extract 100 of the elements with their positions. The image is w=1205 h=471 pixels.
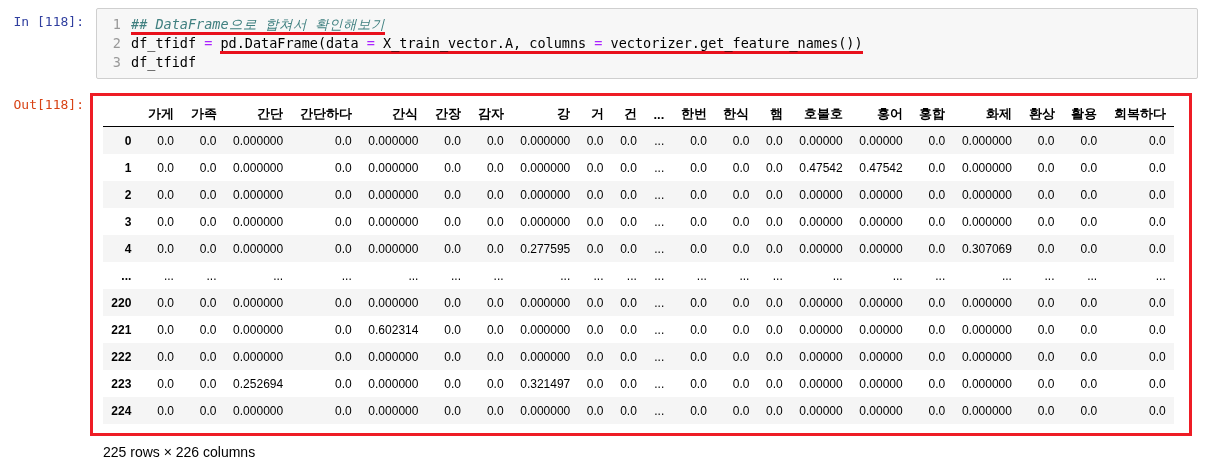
table-cell: 0.0 xyxy=(1062,316,1106,343)
table-cell: 0.0 xyxy=(426,208,470,235)
table-cell: 0.0 xyxy=(672,208,716,235)
table-cell: ... xyxy=(1020,262,1063,289)
table-cell: 0.000000 xyxy=(360,397,427,424)
table-cell: 0.0 xyxy=(611,343,646,370)
table-cell: 0.00000 xyxy=(851,208,911,235)
line-number: 3 xyxy=(111,53,122,72)
table-cell: 0.0 xyxy=(139,235,183,262)
table-cell: 0.000000 xyxy=(224,235,292,262)
table-cell: 0.0 xyxy=(182,208,225,235)
table-cell: 0.0 xyxy=(578,208,612,235)
column-header: 간식 xyxy=(360,102,427,127)
table-cell: 0.0 xyxy=(672,343,716,370)
table-cell: 0.0 xyxy=(1062,208,1106,235)
table-cell: 0.00000 xyxy=(791,181,851,208)
row-index: 224 xyxy=(103,397,140,424)
table-cell: 0.0 xyxy=(578,370,612,397)
table-cell: 0.0 xyxy=(1020,235,1063,262)
code-line: df_tfidf = pd.DataFrame(data = X_train_vector.A, columns = vectorizer.get_feature_names()) xyxy=(131,35,863,54)
table-cell: ... xyxy=(645,154,673,181)
table-cell: 0.0 xyxy=(911,208,954,235)
table-cell: 0.602314 xyxy=(360,316,427,343)
table-cell: 0.0 xyxy=(469,397,512,424)
table-cell: 0.0 xyxy=(715,208,758,235)
table-cell: 0.0 xyxy=(611,154,646,181)
table-cell: 0.0 xyxy=(611,235,646,262)
table-cell: 0.0 xyxy=(757,208,792,235)
table-cell: 0.00000 xyxy=(791,343,851,370)
table-cell: 0.0 xyxy=(426,181,470,208)
table-cell: 0.0 xyxy=(291,126,361,154)
table-cell: 0.00000 xyxy=(851,289,911,316)
table-cell: 0.0 xyxy=(469,289,512,316)
table-cell: 0.0 xyxy=(715,370,758,397)
table-cell: 0.0 xyxy=(611,181,646,208)
column-header: 건 xyxy=(611,102,646,127)
table-cell: 0.0 xyxy=(715,181,758,208)
table-cell: 0.000000 xyxy=(224,154,292,181)
line-number: 2 xyxy=(111,34,122,53)
table-cell: 0.0 xyxy=(911,126,954,154)
table-cell: 0.0 xyxy=(578,397,612,424)
table-cell: 0.0 xyxy=(611,208,646,235)
table-cell: 0.0 xyxy=(1020,208,1063,235)
table-cell: 0.00000 xyxy=(791,397,851,424)
table-cell: 0.000000 xyxy=(953,343,1021,370)
table-cell: 0.0 xyxy=(672,316,716,343)
table-cell: 0.0 xyxy=(139,343,183,370)
table-cell: 0.0 xyxy=(182,397,225,424)
table-cell: 0.000000 xyxy=(953,289,1021,316)
table-cell: 0.0 xyxy=(139,289,183,316)
table-cell: ... xyxy=(645,262,673,289)
row-index: 0 xyxy=(103,126,140,154)
column-header: 환상 xyxy=(1020,102,1063,127)
table-cell: 0.0 xyxy=(578,235,612,262)
table-cell: ... xyxy=(224,262,292,289)
table-cell: ... xyxy=(911,262,954,289)
table-cell: ... xyxy=(645,235,673,262)
table-cell: ... xyxy=(645,289,673,316)
table-cell: 0.000000 xyxy=(953,397,1021,424)
table-cell: 0.000000 xyxy=(360,126,427,154)
table-cell: 0.000000 xyxy=(511,208,579,235)
table-cell: ... xyxy=(645,126,673,154)
table-cell: 0.0 xyxy=(611,316,646,343)
table-cell: 0.0 xyxy=(1020,289,1063,316)
table-cell: 0.000000 xyxy=(953,126,1021,154)
table-cell: ... xyxy=(511,262,579,289)
table-cell: 0.0 xyxy=(911,154,954,181)
table-cell: 0.47542 xyxy=(851,154,911,181)
table-cell: 0.00000 xyxy=(791,126,851,154)
table-cell: 0.000000 xyxy=(953,316,1021,343)
table-cell: 0.0 xyxy=(291,370,361,397)
table-cell: 0.0 xyxy=(911,316,954,343)
table-cell: 0.0 xyxy=(1105,316,1175,343)
table-cell: 0.307069 xyxy=(953,235,1021,262)
table-cell: 0.000000 xyxy=(224,208,292,235)
table-cell: 0.277595 xyxy=(511,235,579,262)
column-header: 간단하다 xyxy=(291,102,361,127)
table-cell: 0.0 xyxy=(291,235,361,262)
table-cell: ... xyxy=(1062,262,1106,289)
table-cell: 0.000000 xyxy=(360,343,427,370)
table-cell: 0.0 xyxy=(757,154,792,181)
table-cell: 0.0 xyxy=(1105,370,1175,397)
table-cell: ... xyxy=(611,262,646,289)
table-cell: 0.0 xyxy=(757,370,792,397)
table-cell: 0.0 xyxy=(469,181,512,208)
table-cell: 0.0 xyxy=(291,289,361,316)
table-cell: 0.0 xyxy=(1062,343,1106,370)
column-header: 가족 xyxy=(182,102,225,127)
table-cell: 0.0 xyxy=(1105,397,1175,424)
table-cell: 0.00000 xyxy=(791,289,851,316)
table-cell: 0.0 xyxy=(1020,343,1063,370)
table-cell: 0.0 xyxy=(1105,235,1175,262)
table-cell: 0.0 xyxy=(911,370,954,397)
table-cell: 0.0 xyxy=(182,343,225,370)
table-cell: 0.0 xyxy=(182,126,225,154)
code-editor[interactable]: 1 2 3 ## DataFrame으로 합쳐서 확인해보기 df_tfidf = pd.DataFrame(data = X_train_vector.A, columns = vectorizer.get_feature_names()) df_tfidf xyxy=(96,8,1198,79)
table-cell: 0.000000 xyxy=(953,181,1021,208)
table-cell: 0.000000 xyxy=(360,235,427,262)
column-header: 활용 xyxy=(1062,102,1106,127)
table-cell: 0.0 xyxy=(715,154,758,181)
